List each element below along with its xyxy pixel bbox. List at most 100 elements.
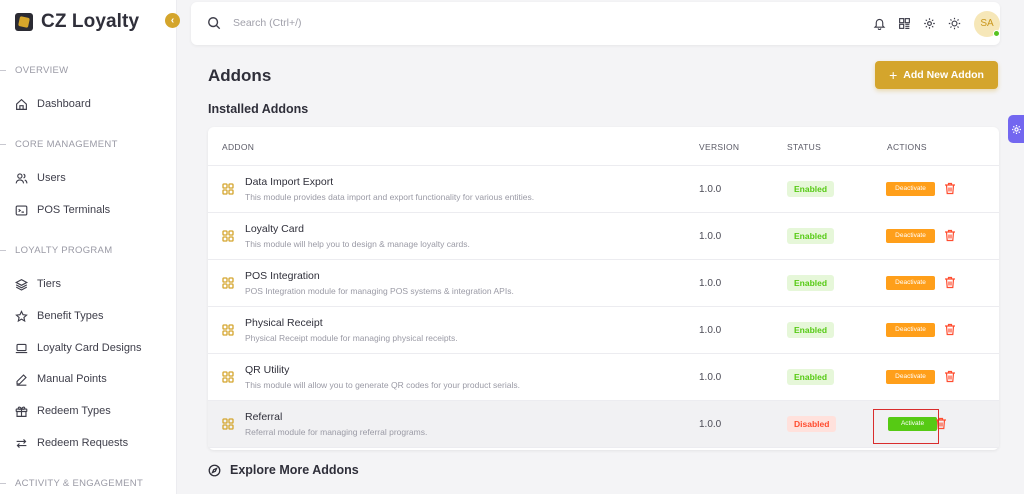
table-header: ADDON VERSION STATUS ACTIONS xyxy=(208,127,999,166)
sidebar-item-label: Manual Points xyxy=(37,373,107,385)
addon-name: Referral xyxy=(245,411,283,423)
addon-description: This module will help you to design & ma… xyxy=(245,239,470,249)
deactivate-button[interactable]: Deactivate xyxy=(886,323,935,337)
sidebar-item-dashboard[interactable]: Dashboard xyxy=(15,94,91,114)
nav-section-activity-engagement: ACTIVITY & ENGAGEMENT xyxy=(0,478,144,489)
add-new-addon-label: Add New Addon xyxy=(903,69,984,81)
addon-version: 1.0.0 xyxy=(699,231,722,242)
sidebar-item-label: Dashboard xyxy=(37,98,91,110)
addon-version: 1.0.0 xyxy=(699,372,722,383)
addon-module-icon xyxy=(222,277,234,289)
terminal-icon xyxy=(15,204,28,216)
star-icon xyxy=(15,309,28,322)
bell-icon[interactable] xyxy=(873,17,886,30)
addon-module-icon xyxy=(222,230,234,242)
explore-more-addons[interactable]: Explore More Addons xyxy=(208,463,359,477)
addon-version: 1.0.0 xyxy=(699,278,722,289)
sidebar-item-label: Tiers xyxy=(37,278,62,290)
status-badge: Enabled xyxy=(787,181,835,197)
gift-icon xyxy=(15,406,28,417)
addon-name: Physical Receipt xyxy=(245,317,323,329)
brand-logo xyxy=(15,13,33,31)
sun-icon[interactable] xyxy=(948,17,961,30)
search-icon[interactable] xyxy=(207,16,221,30)
column-header-version: VERSION xyxy=(699,142,740,152)
nav-section-core-management: CORE MANAGEMENT xyxy=(0,139,118,150)
trash-icon[interactable] xyxy=(944,370,956,383)
column-header-actions: ACTIONS xyxy=(887,142,927,152)
sidebar-item-redeem-types[interactable]: Redeem Types xyxy=(15,401,111,421)
deactivate-button[interactable]: Deactivate xyxy=(886,229,935,243)
sidebar-item-label: Users xyxy=(37,172,66,184)
trash-icon[interactable] xyxy=(944,323,956,336)
sidebar-item-benefit-types[interactable]: Benefit Types xyxy=(15,306,103,326)
brand[interactable]: CZ Loyalty xyxy=(15,10,139,34)
activate-highlight-box xyxy=(873,409,939,444)
nav-section-loyalty-program: LOYALTY PROGRAM xyxy=(0,245,113,256)
addon-name: Loyalty Card xyxy=(245,223,304,235)
addon-description: This module will allow you to generate Q… xyxy=(245,380,520,390)
deactivate-button[interactable]: Deactivate xyxy=(886,276,935,290)
addon-module-icon xyxy=(222,183,234,195)
addon-module-icon xyxy=(222,324,234,336)
addon-description: This module provides data import and exp… xyxy=(245,192,535,202)
table-row: Data Import Export This module provides … xyxy=(208,166,999,213)
sidebar-item-label: Redeem Types xyxy=(37,405,111,417)
table-row: Loyalty Card This module will help you t… xyxy=(208,213,999,260)
compass-icon xyxy=(208,464,221,476)
online-status-dot xyxy=(993,30,1000,37)
table-row: POS Integration POS Integration module f… xyxy=(208,260,999,307)
status-badge: Disabled xyxy=(787,416,837,432)
gear-icon[interactable] xyxy=(923,17,936,30)
addon-version: 1.0.0 xyxy=(699,325,722,336)
addon-module-icon xyxy=(222,371,234,383)
avatar[interactable]: SA xyxy=(974,11,1000,37)
sidebar-item-label: Benefit Types xyxy=(37,310,104,322)
nav-section-overview: OVERVIEW xyxy=(0,65,69,76)
installed-addons-table: ADDON VERSION STATUS ACTIONS Data Import… xyxy=(208,127,999,450)
transfer-icon xyxy=(16,438,27,448)
pen-icon xyxy=(16,373,27,386)
status-badge: Enabled xyxy=(787,228,835,244)
status-badge: Enabled xyxy=(787,275,835,291)
search-input[interactable] xyxy=(233,14,483,32)
customizer-toggle[interactable] xyxy=(1008,115,1024,143)
users-icon xyxy=(15,172,28,183)
gear-icon xyxy=(1011,124,1021,134)
addon-description: Physical Receipt module for managing phy… xyxy=(245,333,458,343)
sidebar: CZ Loyalty ‹ OVERVIEW Dashboard CORE MAN… xyxy=(0,0,180,494)
addon-module-icon xyxy=(222,418,234,430)
addon-name: Data Import Export xyxy=(245,176,334,188)
trash-icon[interactable] xyxy=(944,229,956,242)
sidebar-item-loyalty-card-designs[interactable]: Loyalty Card Designs xyxy=(15,338,142,358)
grid-icon[interactable] xyxy=(898,17,911,30)
sidebar-item-label: Loyalty Card Designs xyxy=(37,342,142,354)
trash-icon[interactable] xyxy=(944,276,956,289)
sidebar-item-tiers[interactable]: Tiers xyxy=(15,274,61,294)
brand-name: CZ Loyalty xyxy=(41,11,140,32)
sidebar-item-manual-points[interactable]: Manual Points xyxy=(15,369,107,389)
deactivate-button[interactable]: Deactivate xyxy=(886,370,935,384)
trash-icon[interactable] xyxy=(944,182,956,195)
plus-icon: + xyxy=(889,67,898,83)
sidebar-collapse-button[interactable]: ‹ xyxy=(165,13,180,28)
laptop-icon xyxy=(15,343,28,353)
addon-version: 1.0.0 xyxy=(699,419,722,430)
page-title: Addons xyxy=(208,66,272,85)
avatar-initials: SA xyxy=(980,18,994,29)
sidebar-item-label: POS Terminals xyxy=(37,204,111,216)
status-badge: Enabled xyxy=(787,322,835,338)
topbar: SA xyxy=(191,2,1000,45)
status-badge: Enabled xyxy=(787,369,835,385)
sidebar-item-users[interactable]: Users xyxy=(15,168,66,188)
add-new-addon-button[interactable]: + Add New Addon xyxy=(875,61,998,89)
addon-name: QR Utility xyxy=(245,364,290,376)
table-row: Physical Receipt Physical Receipt module… xyxy=(208,307,999,354)
addon-version: 1.0.0 xyxy=(699,184,722,195)
column-header-addon: ADDON xyxy=(222,142,255,152)
layers-icon xyxy=(15,278,28,291)
sidebar-item-redeem-requests[interactable]: Redeem Requests xyxy=(15,433,128,453)
column-header-status: STATUS xyxy=(787,142,822,152)
deactivate-button[interactable]: Deactivate xyxy=(886,182,935,196)
sidebar-item-pos-terminals[interactable]: POS Terminals xyxy=(15,200,110,220)
